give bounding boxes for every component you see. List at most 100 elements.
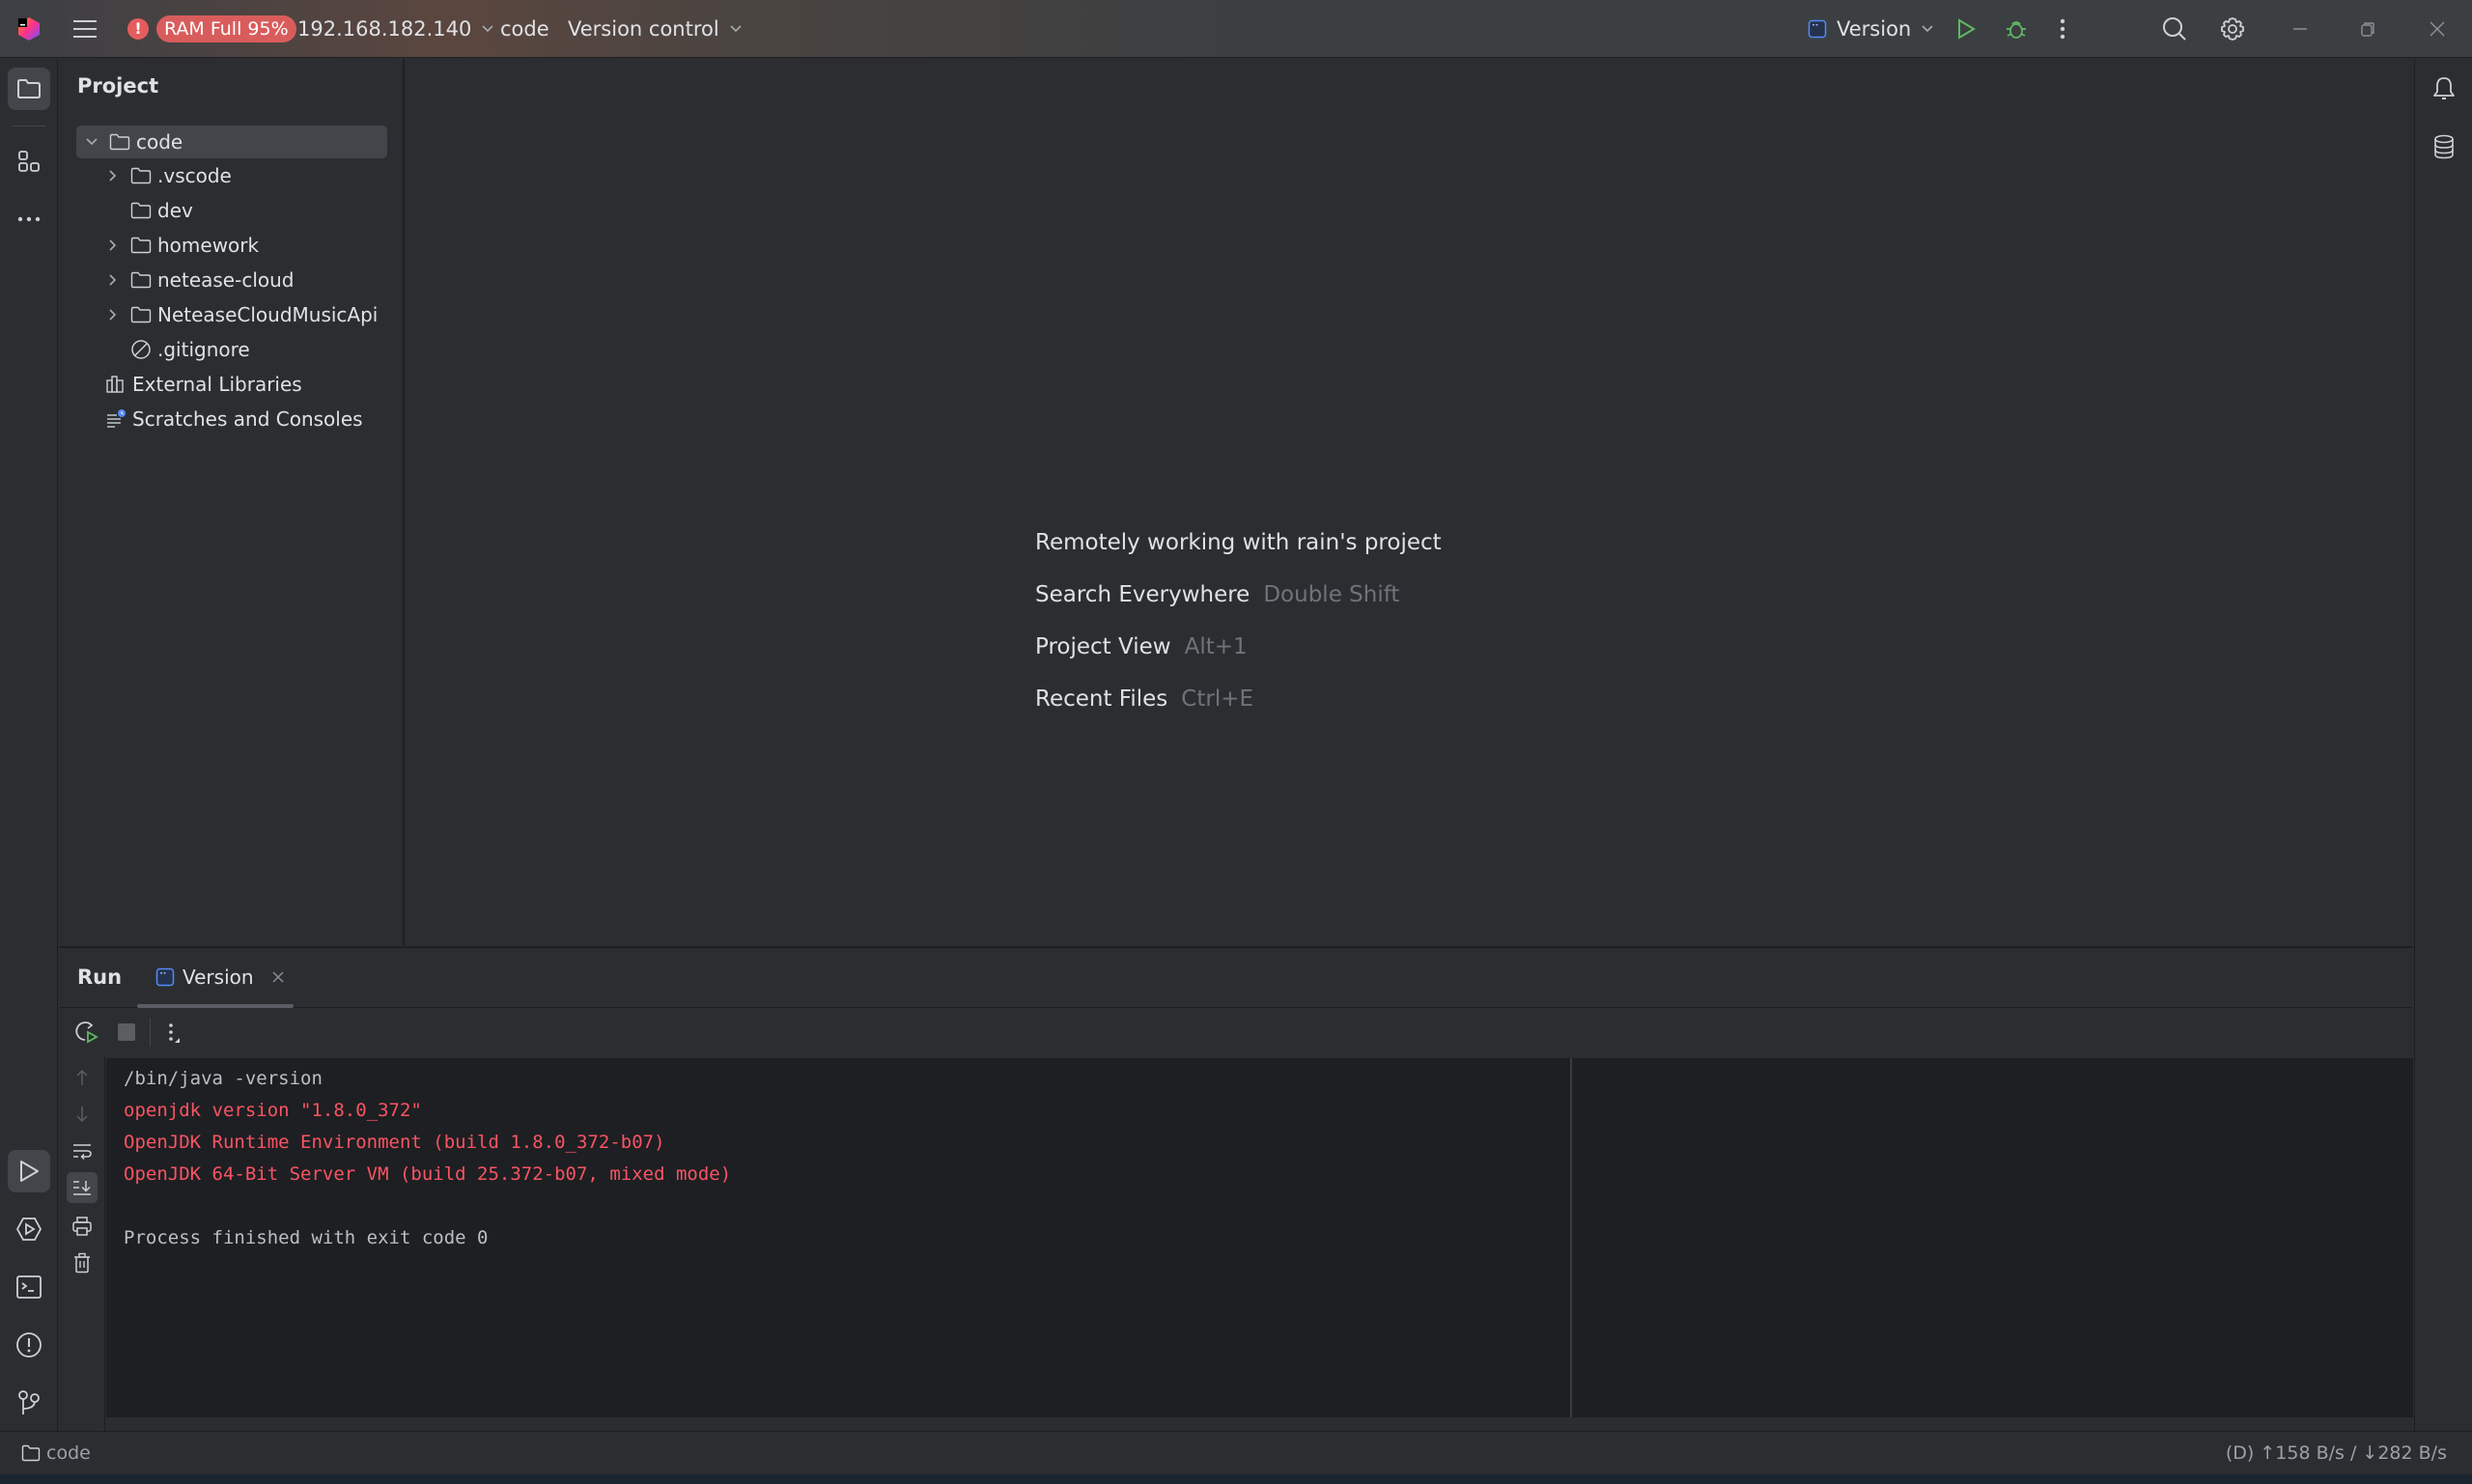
close-tab-icon[interactable] — [271, 970, 285, 984]
scroll-to-end-icon — [73, 1181, 91, 1195]
scroll-to-end-button[interactable] — [67, 1172, 98, 1203]
hint-recent-files[interactable]: Recent Files Ctrl+E — [1035, 686, 1253, 712]
stop-button[interactable] — [118, 1023, 135, 1041]
hint-label: Project View — [1035, 634, 1171, 659]
run-config-icon — [155, 967, 175, 987]
left-tool-strip — [0, 59, 58, 1431]
problems-icon — [16, 1332, 42, 1358]
minimize-icon — [2293, 27, 2307, 30]
tree-item-label: NeteaseCloudMusicApi — [157, 303, 379, 326]
console-line: /bin/java -version — [124, 1068, 323, 1089]
run-tab-bar: Run Version — [59, 948, 2413, 1008]
more-actions-button[interactable] — [2059, 17, 2066, 41]
more-run-actions-button[interactable] — [167, 1022, 181, 1045]
run-panel-title: Run — [77, 966, 123, 989]
project-selector[interactable]: code — [500, 17, 549, 41]
hint-label: Search Everywhere — [1035, 582, 1250, 607]
terminal-tool-button[interactable] — [8, 1266, 50, 1308]
chevron-right-icon[interactable] — [103, 169, 123, 182]
minimize-button[interactable] — [2290, 19, 2310, 39]
rerun-button[interactable] — [73, 1020, 98, 1045]
search-button[interactable] — [2161, 15, 2188, 42]
folder-icon — [107, 133, 132, 151]
main-menu-button[interactable] — [71, 17, 98, 41]
more-vertical-icon — [169, 1023, 180, 1043]
scroll-down-button[interactable] — [67, 1099, 98, 1130]
project-label: code — [500, 16, 549, 41]
hint-label: Recent Files — [1035, 686, 1168, 712]
ram-warning[interactable]: ! RAM Full 95% — [127, 14, 296, 42]
settings-button[interactable] — [2219, 15, 2246, 42]
libraries-icon — [103, 375, 128, 394]
toolbar-divider — [150, 1018, 151, 1047]
console-line: OpenJDK Runtime Environment (build 1.8.0… — [124, 1132, 665, 1153]
database-button[interactable] — [2423, 126, 2465, 168]
run-icon — [20, 1161, 39, 1182]
chevron-right-icon[interactable] — [103, 238, 123, 252]
project-tool-button[interactable] — [8, 68, 50, 110]
problems-tool-button[interactable] — [8, 1324, 50, 1366]
run-icon — [1958, 17, 1976, 40]
close-window-button[interactable] — [2428, 19, 2447, 39]
notifications-button[interactable] — [2423, 68, 2465, 110]
tree-item-external-libraries[interactable]: External Libraries — [103, 368, 302, 401]
more-horizontal-icon — [17, 216, 41, 222]
folder-icon — [128, 202, 154, 219]
tree-item-label: External Libraries — [132, 373, 302, 396]
folder-icon — [128, 271, 154, 289]
host-selector[interactable]: 192.168.182.140 — [297, 17, 494, 41]
vcs-selector[interactable]: Version control — [568, 17, 743, 41]
structure-tool-button[interactable] — [8, 141, 50, 183]
close-icon — [2430, 20, 2445, 37]
structure-icon — [18, 151, 40, 172]
app-logo[interactable] — [15, 15, 42, 42]
scroll-up-button[interactable] — [67, 1062, 98, 1093]
more-tools-button[interactable] — [8, 198, 50, 240]
clear-console-button[interactable] — [67, 1247, 98, 1278]
ignored-file-icon — [128, 339, 154, 360]
tree-item-vscode[interactable]: .vscode — [103, 159, 232, 192]
tab-version[interactable]: Version — [136, 948, 293, 1006]
restore-button[interactable] — [2358, 19, 2377, 39]
remote-info: Remotely working with rain's project — [1035, 530, 1442, 555]
editor-empty-state: Remotely working with rain's project Sea… — [406, 59, 2413, 945]
soft-wrap-button[interactable] — [67, 1135, 98, 1166]
hint-project-view[interactable]: Project View Alt+1 — [1035, 634, 1248, 659]
tree-item-label: code — [136, 130, 183, 154]
console-line: Process finished with exit code 0 — [124, 1227, 489, 1248]
tree-item-gitignore[interactable]: .gitignore — [103, 333, 250, 366]
network-speed: (D) ↑158 B/s / ↓282 B/s — [2225, 1442, 2447, 1464]
tree-item-code[interactable]: code — [76, 126, 387, 158]
chevron-down-icon[interactable] — [82, 137, 101, 147]
debug-button[interactable] — [2005, 17, 2028, 41]
rerun-icon — [75, 1022, 98, 1044]
tree-item-dev[interactable]: dev — [103, 194, 193, 227]
chevron-right-icon[interactable] — [103, 308, 123, 322]
right-margin-guide — [1570, 1058, 1572, 1417]
console-output[interactable]: /bin/java -version openjdk version "1.8.… — [106, 1058, 2413, 1417]
chevron-right-icon[interactable] — [103, 273, 123, 287]
tree-item-label: dev — [157, 199, 193, 222]
run-config-selector[interactable]: Version — [1808, 17, 1934, 41]
tree-item-netease-cloud[interactable]: netease-cloud — [103, 264, 294, 296]
hint-search-everywhere[interactable]: Search Everywhere Double Shift — [1035, 582, 1399, 607]
breadcrumb-label: code — [46, 1442, 91, 1464]
tree-item-neteasecloudmusicapi[interactable]: NeteaseCloudMusicApi — [103, 298, 378, 331]
chevron-down-icon — [730, 24, 742, 32]
run-button[interactable] — [1955, 17, 1977, 41]
services-tool-button[interactable] — [8, 1208, 50, 1250]
print-button[interactable] — [67, 1211, 98, 1242]
editor-area[interactable]: Remotely working with rain's project Sea… — [406, 59, 2413, 945]
tree-item-scratches[interactable]: Scratches and Consoles — [103, 403, 363, 435]
run-tool-button[interactable] — [8, 1150, 50, 1192]
tree-item-homework[interactable]: homework — [103, 229, 259, 262]
hint-shortcut: Ctrl+E — [1181, 686, 1254, 712]
folder-icon — [128, 237, 154, 254]
status-breadcrumb[interactable]: code — [21, 1442, 91, 1464]
project-panel: Project code .vscode dev homework neteas… — [59, 59, 405, 945]
tree-item-label: .gitignore — [157, 338, 250, 361]
host-label: 192.168.182.140 — [297, 16, 472, 41]
right-tool-strip — [2414, 59, 2472, 1431]
tree-item-label: homework — [157, 234, 260, 257]
git-tool-button[interactable] — [8, 1382, 50, 1424]
